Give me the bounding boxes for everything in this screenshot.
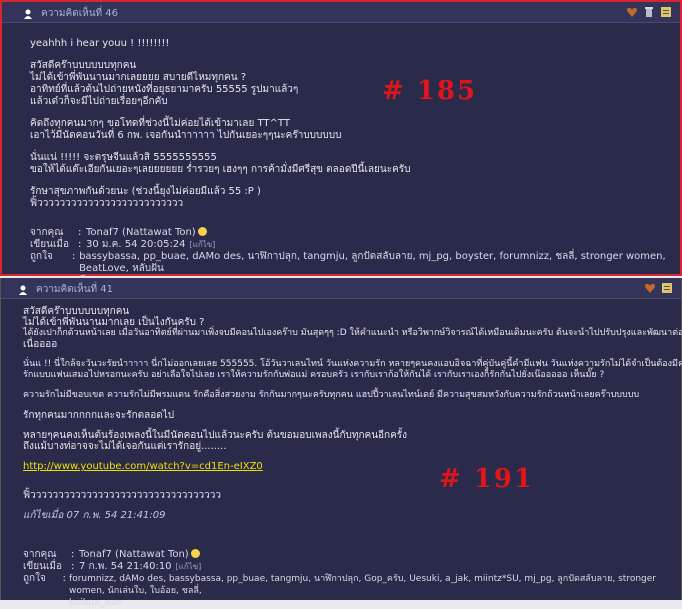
trash-icon[interactable] (643, 6, 655, 18)
body-line: เอาไว้มีนัดคอนวันที่ 6 กพ. เจอกันนำาาาาา… (30, 130, 342, 141)
post-header: ความคิดเห็นที่ 41 (1, 278, 681, 299)
post-title: ความคิดเห็นที่ 46 (41, 8, 119, 19)
date-label: เขียนเมื่อ (23, 561, 62, 572)
post-date: 7 ก.พ. 54 21:40:10 (79, 561, 172, 572)
post-number-mark: # 185 (382, 76, 478, 106)
body-line: ไม่ได้เข้าพี่พันนานมากเลย เป็นไงกันครับ … (23, 317, 205, 328)
date-label: เขียนเมื่อ (30, 239, 69, 250)
author-name[interactable]: Tonaf7 (Nattawat Ton) (86, 227, 196, 239)
post-body: yeahhh i hear youu ! !!!!!!!! สวัสดีคร๊า… (30, 38, 490, 210)
from-label: จากคุณ (23, 549, 57, 560)
from-label: จากคุณ (30, 227, 64, 238)
body-line: รักทุกคนมากกกกและจะรักตลอดไป (23, 410, 175, 421)
post-header: ความคิดเห็นที่ 46 (2, 2, 680, 23)
body-line: ความรักไม่มีขอบเขต ความรักไม่มีพรมแดน รั… (23, 390, 640, 400)
post-date: 30 ม.ค. 54 20:05:24 (86, 239, 186, 250)
body-line: ขอให้ได้แต๊ะเอียกันเยอะๆเลยยยยยย ร่ำรวยๆ… (30, 164, 411, 175)
body-line: สวัสดีคร๊าบบบบบบทุกคน (30, 60, 137, 71)
post-body: สวัสดีคร๊าบบบบบบทุกคน ไม่ได้เข้าพี่พันนา… (23, 306, 682, 521)
likes-label: ถูกใจ (23, 573, 46, 584)
post-number-mark: # 191 (439, 464, 535, 494)
body-line: รักษาสุขภาพกันด้วยนะ (ช่วงนี้ยุงไม่ค่อยม… (30, 186, 261, 197)
author-name[interactable]: Tonaf7 (Nattawat Ton) (79, 549, 189, 561)
quote-icon[interactable] (660, 6, 672, 18)
youtube-link[interactable]: http://www.youtube.com/watch?v=cd1En-eIX… (23, 461, 263, 472)
user-icon (24, 9, 36, 19)
comment-post-46: ความคิดเห็นที่ 46 yeahhh i hear youu ! !… (0, 0, 682, 286)
body-line: ฟิ้วววววววววววววววววววววววววว (30, 198, 184, 209)
heart-icon[interactable] (626, 6, 638, 18)
body-line: นั่นแน่ !!!!! จะตรุษจีนแล้วสิ 5555555555 (30, 152, 217, 163)
body-line: หลายๆคนคงเห็นต้นร้องเพลงนี้ในมีนัดคอนไปแ… (23, 430, 408, 441)
body-line: ฟิ้วววววววววววววววววววววววววววววววววว (23, 490, 221, 501)
body-line: รักแบบแฟนเสมอไปหรอกนะครับ อย่าเลือใจไปเล… (23, 370, 605, 380)
body-line: ถึงแม้บางท่อาจจะไม่ได้เจอกันแต่เรารักอยู… (23, 441, 227, 452)
likes-list-cont: baibua_wan (69, 598, 123, 608)
body-line: เนื่ออออ (23, 339, 58, 350)
post-meta: จากคุณ : Tonaf7 (Nattawat Ton) เขียนเมื่… (23, 549, 663, 609)
quote-icon[interactable] (661, 282, 673, 294)
likes-list: forumnizz, dAMo des, bassybassa, pp_buae… (69, 574, 656, 596)
user-icon (19, 285, 31, 295)
heart-icon[interactable] (644, 282, 656, 294)
body-line: ได้ยังเปาก็กด้วนหน้าเลย เมื่อวันอาทิตย์ท… (23, 328, 682, 338)
body-line: นั่นแ !! นี่ใกล้จะวันวะรัยนำาาาา นี่กไม่… (23, 359, 682, 369)
smiley-icon (190, 549, 200, 558)
body-line: yeahhh i hear youu ! !!!!!!!! (30, 38, 170, 49)
likes-list: bassybassa, pp_buae, dAMo des, นาฬิกาปลุ… (79, 251, 666, 274)
body-line: สวัสดีคร๊าบบบบบบทุกคน (23, 306, 130, 317)
comment-post-41: ความคิดเห็นที่ 41 สวัสดีคร๊าบบบบบบทุกคน … (0, 278, 682, 608)
body-line: คิดถึงทุกคนมากๆ ขอโทดที่ช่วงนี้ไม่ค่อยได… (30, 118, 290, 129)
post-title: ความคิดเห็นที่ 41 (36, 284, 114, 295)
edit-link[interactable]: [แก้ไข] (190, 239, 216, 251)
smiley-icon (197, 227, 207, 236)
edit-link[interactable]: [แก้ไข] (176, 561, 202, 573)
edited-note: แก้ไขเมื่อ 07 ก.พ. 54 21:41:09 (23, 510, 166, 521)
